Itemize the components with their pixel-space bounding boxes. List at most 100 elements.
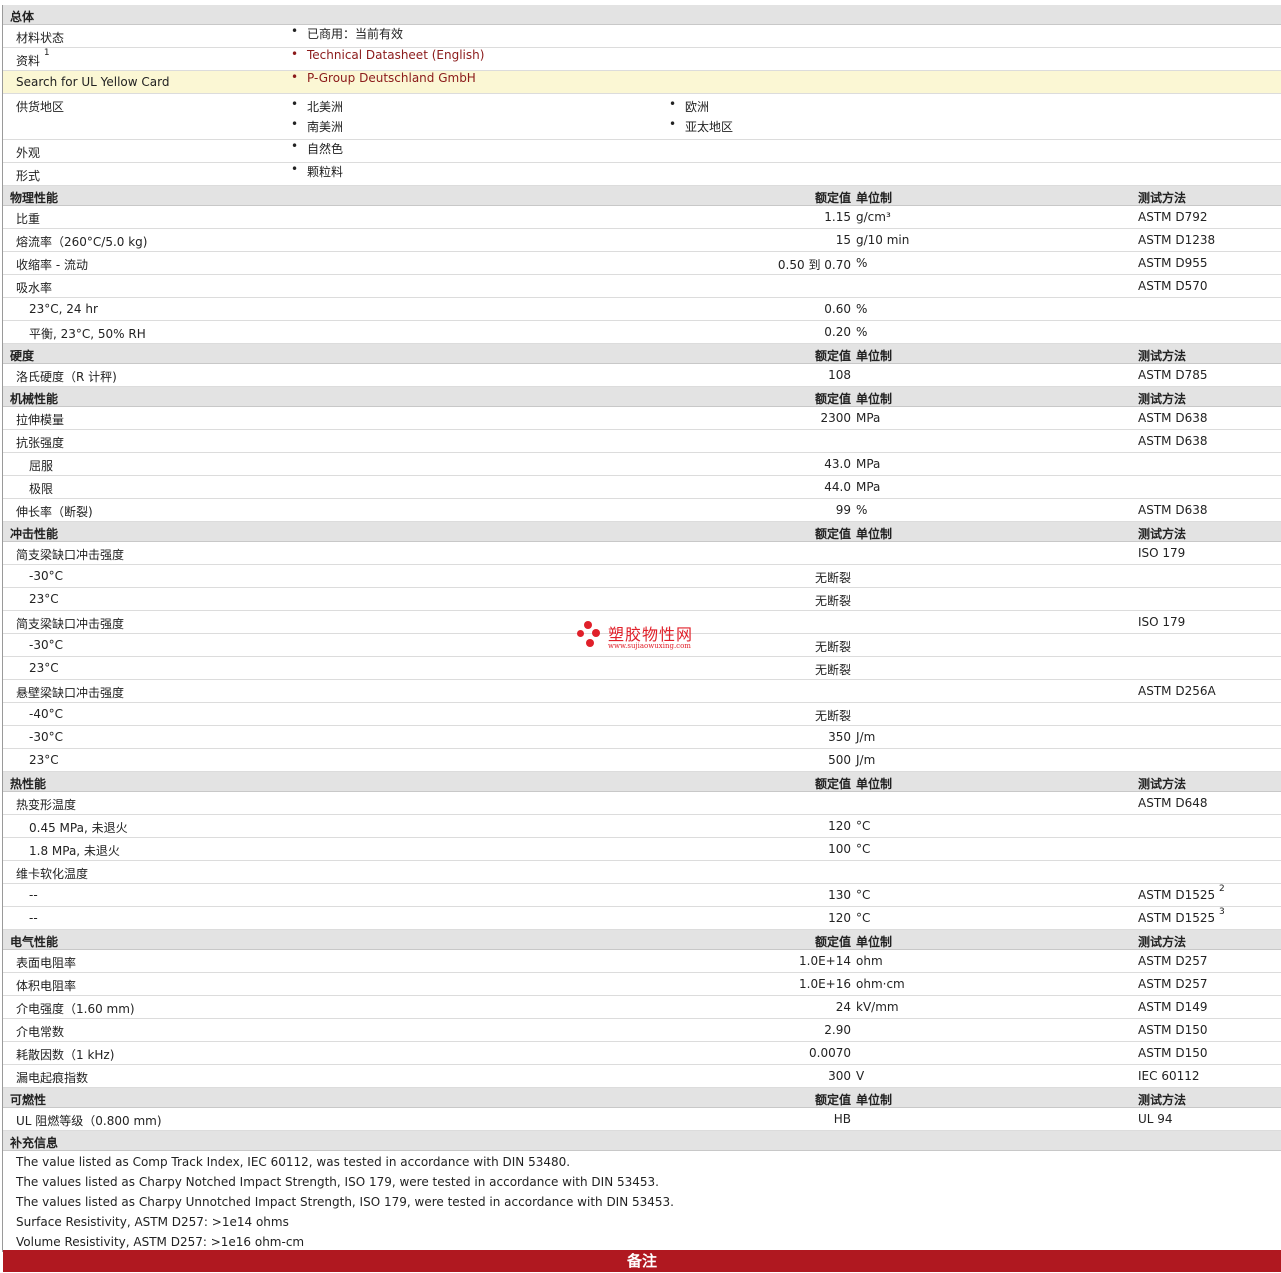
property-label: 23°C	[29, 753, 59, 767]
property-method: ASTM D256A	[1138, 684, 1216, 698]
property-value: 1.0E+16	[799, 977, 851, 991]
section-mechanical: 机械性能 额定值 单位制 测试方法	[3, 387, 1281, 407]
header-value: 额定值	[814, 777, 851, 791]
row-value: 自然色	[291, 139, 343, 157]
property-method: ASTM D638	[1138, 503, 1208, 517]
property-row: 极限 44.0 MPa	[3, 476, 1281, 499]
header-value: 额定值	[814, 527, 851, 541]
property-row: -30°C 350 J/m	[3, 726, 1281, 749]
header-method: 测试方法	[1138, 191, 1187, 205]
property-value: 1.0E+14	[799, 954, 851, 968]
property-label: 抗张强度	[16, 436, 65, 450]
property-row: 表面电阻率 1.0E+14 ohm ASTM D257	[3, 950, 1281, 973]
header-unit: 单位制	[856, 527, 893, 541]
property-value: 99	[835, 503, 851, 517]
note-line: The value listed as Comp Track Index, IE…	[16, 1155, 571, 1169]
property-value: 1.15	[824, 210, 851, 224]
property-value: 500	[828, 753, 851, 767]
property-value: 无断裂	[814, 663, 851, 677]
property-label: -30°C	[29, 638, 63, 652]
property-method: ISO 179	[1138, 546, 1186, 560]
property-row: 23°C, 24 hr 0.60%	[3, 298, 1281, 321]
property-value: 120	[828, 911, 851, 925]
property-method: ASTM D648	[1138, 796, 1208, 810]
property-row: 23°C 无断裂	[3, 657, 1281, 680]
property-row: -30°C 无断裂	[3, 565, 1281, 588]
property-value: 2300	[820, 411, 851, 425]
note-line: Volume Resistivity, ASTM D257: >1e16 ohm…	[16, 1235, 305, 1249]
property-label: 简支梁缺口冲击强度	[16, 617, 125, 631]
property-value: 24	[835, 1000, 851, 1014]
logo-dot-icon	[592, 629, 600, 637]
property-method: ASTM D150	[1138, 1046, 1208, 1060]
header-value: 额定值	[814, 1093, 851, 1107]
property-label: -30°C	[29, 569, 63, 583]
region-item: 南美洲	[291, 117, 343, 135]
footnote-ref: 3	[1218, 907, 1225, 917]
section-title: 总体	[10, 10, 35, 24]
property-row: 1.8 MPa, 未退火 100 °C	[3, 838, 1281, 861]
property-method: ASTM D257	[1138, 954, 1208, 968]
property-value: 0.60	[824, 302, 851, 316]
property-label: 0.45 MPa, 未退火	[29, 821, 128, 835]
datasheet-link[interactable]: Technical Datasheet (English)	[291, 47, 484, 62]
row-label: 资料 1	[16, 48, 50, 68]
header-value: 额定值	[814, 935, 851, 949]
property-method: ASTM D1238	[1138, 233, 1216, 247]
row-regions: 供货地区 北美洲 欧洲 南美洲 亚太地区	[3, 94, 1281, 140]
property-method: ASTM D1525 3	[1138, 907, 1225, 925]
property-unit: °C	[856, 888, 871, 902]
property-unit: J/m	[856, 730, 876, 744]
remarks-bar[interactable]: 备注	[3, 1250, 1281, 1272]
property-row: UL 阻燃等级（0.800 mm) HB UL 94	[3, 1108, 1281, 1131]
property-row: -- 120 °C ASTM D1525 3	[3, 907, 1281, 930]
logo-dot-icon	[577, 630, 584, 637]
supplier-link[interactable]: P-Group Deutschland GmbH	[291, 70, 476, 85]
property-value: HB	[833, 1112, 851, 1126]
property-label: 比重	[16, 212, 41, 226]
property-method: ASTM D638	[1138, 411, 1208, 425]
property-method: ASTM D792	[1138, 210, 1208, 224]
section-title: 热性能	[10, 777, 47, 791]
property-unit: MPa	[856, 457, 881, 471]
property-row: 平衡, 23°C, 50% RH 0.20%	[3, 321, 1281, 344]
property-unit: J/m	[856, 753, 876, 767]
property-value: 2.90	[824, 1023, 851, 1037]
row-label: 外观	[16, 146, 41, 160]
row-label: 供货地区	[16, 100, 65, 114]
property-unit: °C	[856, 819, 871, 833]
property-label: 23°C, 24 hr	[29, 302, 98, 316]
property-unit: °C	[856, 911, 871, 925]
property-unit: ohm·cm	[856, 977, 905, 991]
property-label: 维卡软化温度	[16, 867, 89, 881]
property-unit: MPa	[856, 411, 881, 425]
property-label: 介电强度（1.60 mm)	[16, 1002, 135, 1016]
section-title: 可燃性	[10, 1093, 47, 1107]
property-value: 44.0	[824, 480, 851, 494]
property-row: 体积电阻率 1.0E+16 ohm·cm ASTM D257	[3, 973, 1281, 996]
property-unit: MPa	[856, 480, 881, 494]
property-unit: %	[856, 256, 868, 270]
property-unit: °C	[856, 842, 871, 856]
property-label: 体积电阻率	[16, 979, 77, 993]
property-value: 130	[828, 888, 851, 902]
note-line: The values listed as Charpy Notched Impa…	[16, 1175, 659, 1189]
property-label: UL 阻燃等级（0.800 mm)	[16, 1114, 162, 1128]
property-unit: g/10 min	[856, 233, 910, 247]
property-value: 43.0	[824, 457, 851, 471]
section-title: 补充信息	[10, 1136, 59, 1150]
property-row: 洛氏硬度（R 计秤) 108 ASTM D785	[3, 364, 1281, 387]
section-electrical: 电气性能 额定值 单位制 测试方法	[3, 930, 1281, 950]
property-unit: %	[856, 325, 868, 339]
property-label: 表面电阻率	[16, 956, 77, 970]
property-method: UL 94	[1138, 1112, 1173, 1126]
row-ul-yellow-card: Search for UL Yellow Card P-Group Deutsc…	[3, 70, 1281, 94]
watermark-url: www.sujiaowuxing.com	[608, 642, 691, 650]
ul-yellow-card-link[interactable]: Search for UL Yellow Card	[16, 75, 169, 89]
property-label: 介电常数	[16, 1025, 65, 1039]
row-appearance: 外观 自然色	[3, 139, 1281, 163]
property-label: 悬壁梁缺口冲击强度	[16, 686, 125, 700]
property-row: 热变形温度 ASTM D648	[3, 792, 1281, 815]
property-row: 抗张强度 ASTM D638	[3, 430, 1281, 453]
property-value: 无断裂	[814, 640, 851, 654]
